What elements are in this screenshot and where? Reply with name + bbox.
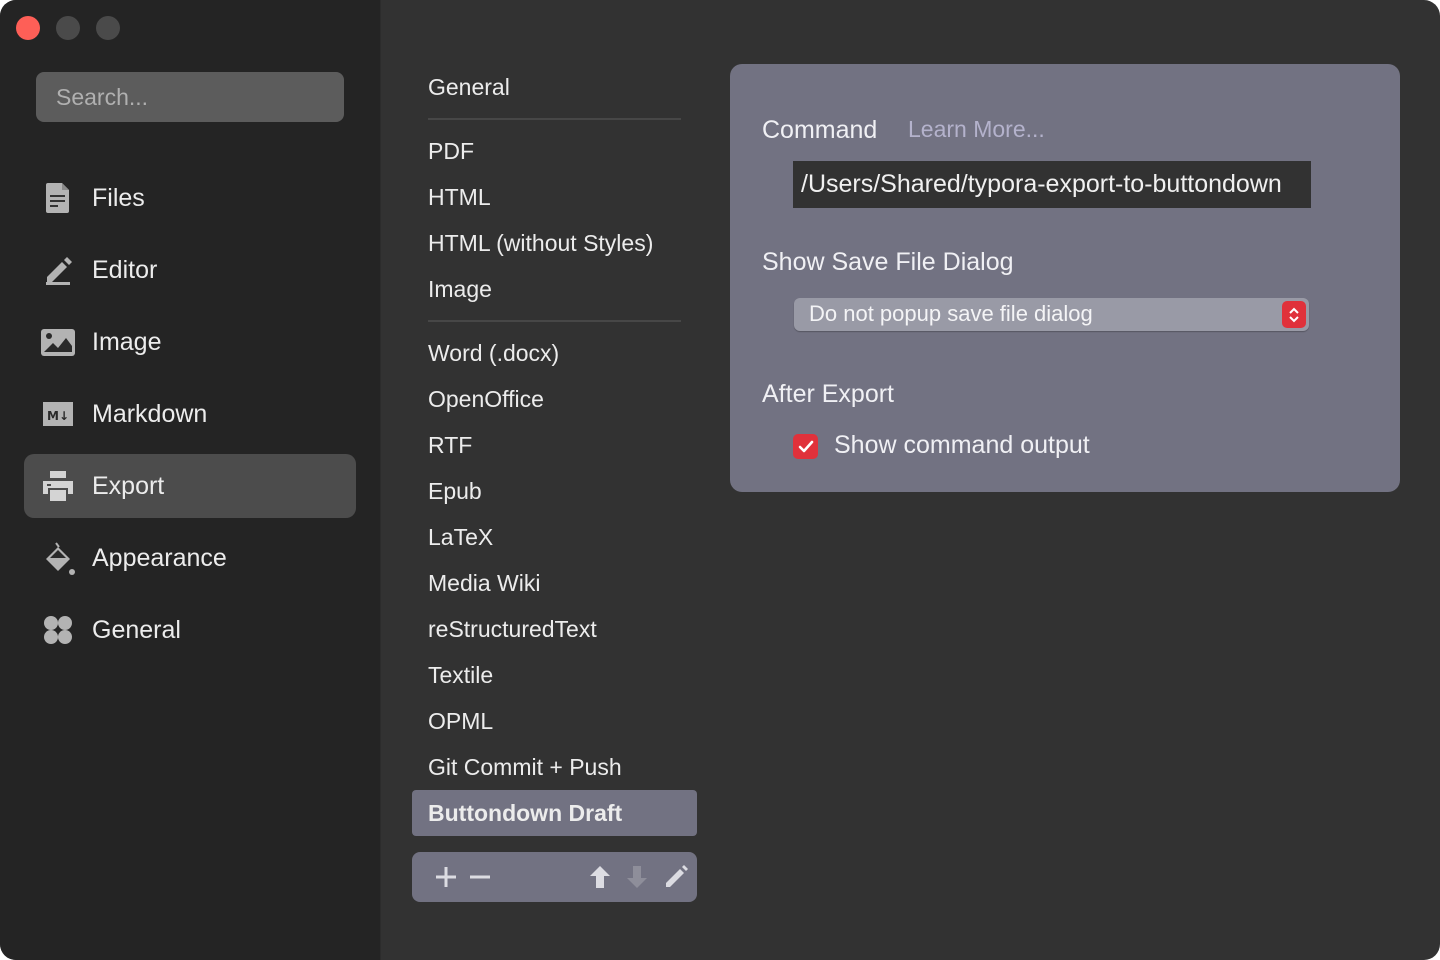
plus-icon[interactable]: [432, 863, 460, 891]
format-item-html[interactable]: HTML: [412, 174, 697, 220]
format-item-html-without-styles[interactable]: HTML (without Styles): [412, 220, 697, 266]
format-item-mediawiki[interactable]: Media Wiki: [412, 560, 697, 606]
pencil-icon[interactable]: [662, 863, 690, 891]
preferences-window: Files Editor Image M↓ Markdown: [0, 0, 1440, 960]
show-command-output-checkbox[interactable]: [793, 434, 818, 459]
show-command-output-label[interactable]: Show command output: [834, 431, 1090, 460]
checkmark-icon: [798, 440, 813, 452]
search-input[interactable]: [36, 72, 344, 122]
command-label: Command: [762, 116, 878, 144]
sidebar-item-label: Editor: [92, 255, 158, 284]
window-minimize-button[interactable]: [56, 16, 80, 40]
sidebar-item-editor[interactable]: Editor: [24, 238, 356, 302]
printer-icon: [40, 468, 76, 504]
format-item-openoffice[interactable]: OpenOffice: [412, 376, 697, 422]
format-item-general[interactable]: General: [412, 64, 697, 110]
format-item-image[interactable]: Image: [412, 266, 697, 312]
format-item-textile[interactable]: Textile: [412, 652, 697, 698]
sidebar-item-label: Files: [92, 183, 145, 212]
divider: [428, 320, 681, 322]
format-item-latex[interactable]: LaTeX: [412, 514, 697, 560]
format-item-restructuredtext[interactable]: reStructuredText: [412, 606, 697, 652]
save-dialog-select-value: Do not popup save file dialog: [809, 301, 1093, 326]
window-close-button[interactable]: [16, 16, 40, 40]
format-item-opml[interactable]: OPML: [412, 698, 697, 744]
pencil-icon: [40, 252, 76, 288]
markdown-icon: M↓: [40, 396, 76, 432]
sidebar-item-files[interactable]: Files: [24, 166, 356, 230]
sidebar-item-label: Markdown: [92, 399, 208, 428]
file-icon: [40, 180, 76, 216]
sidebar: Files Editor Image M↓ Markdown: [0, 0, 381, 960]
format-item-epub[interactable]: Epub: [412, 468, 697, 514]
grid-dots-icon: [40, 612, 76, 648]
sidebar-item-label: Image: [92, 327, 162, 356]
save-dialog-label: Show Save File Dialog: [762, 248, 1014, 276]
after-export-label: After Export: [762, 380, 894, 408]
divider: [428, 118, 681, 120]
minus-icon[interactable]: [466, 863, 494, 891]
arrow-up-icon[interactable]: [586, 863, 614, 891]
paint-bucket-icon: [40, 540, 76, 576]
sidebar-item-appearance[interactable]: Appearance: [24, 526, 356, 590]
sidebar-item-label: Export: [92, 471, 165, 500]
image-icon: [40, 324, 76, 360]
format-item-buttondown-draft[interactable]: Buttondown Draft: [412, 790, 697, 836]
format-item-git-commit-push[interactable]: Git Commit + Push: [412, 744, 697, 790]
export-format-list: General PDF HTML HTML (without Styles) I…: [412, 64, 697, 836]
sidebar-item-markdown[interactable]: M↓ Markdown: [24, 382, 356, 446]
chevron-up-down-icon: [1282, 301, 1306, 328]
format-settings-panel: Command Learn More... Show Save File Dia…: [730, 64, 1400, 492]
sidebar-nav: Files Editor Image M↓ Markdown Export Ap…: [24, 166, 356, 670]
learn-more-link[interactable]: Learn More...: [908, 116, 1045, 143]
format-list-toolbar: [412, 852, 697, 902]
format-item-word[interactable]: Word (.docx): [412, 330, 697, 376]
sidebar-item-image[interactable]: Image: [24, 310, 356, 374]
sidebar-item-general[interactable]: General: [24, 598, 356, 662]
save-dialog-select[interactable]: Do not popup save file dialog: [794, 298, 1309, 331]
format-item-pdf[interactable]: PDF: [412, 128, 697, 174]
window-maximize-button[interactable]: [96, 16, 120, 40]
arrow-down-icon[interactable]: [623, 863, 651, 891]
svg-text:M↓: M↓: [47, 409, 69, 423]
sidebar-item-label: Appearance: [92, 543, 227, 572]
format-item-rtf[interactable]: RTF: [412, 422, 697, 468]
sidebar-item-label: General: [92, 615, 181, 644]
sidebar-item-export[interactable]: Export: [24, 454, 356, 518]
command-input[interactable]: [793, 161, 1311, 208]
